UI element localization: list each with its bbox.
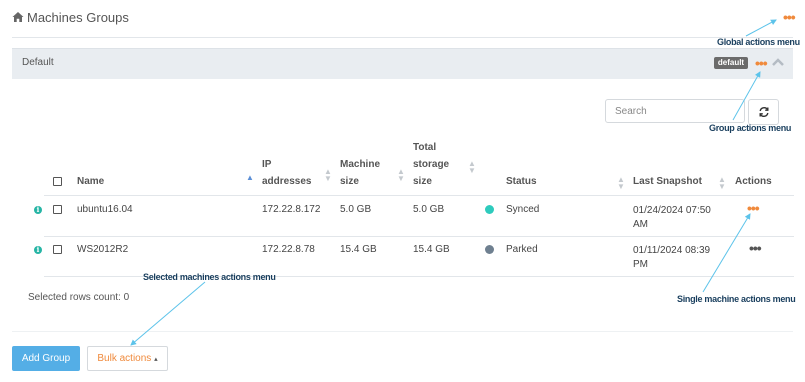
table-header-divider: [44, 195, 794, 196]
status-dot: [485, 245, 494, 254]
header-divider: [12, 37, 793, 38]
column-header-actions: Actions: [735, 176, 772, 187]
add-group-button[interactable]: Add Group: [12, 346, 80, 371]
callout-single-actions: Single machine actions menu: [677, 294, 796, 304]
column-header-machine-size[interactable]: Machine size: [340, 156, 380, 190]
bulk-actions-button[interactable]: Bulk actions ▴: [87, 346, 168, 371]
group-name: Default: [22, 57, 54, 68]
ip-address: 172.22.8.78: [262, 244, 315, 255]
status-dot: [485, 205, 494, 214]
ip-address: 172.22.8.172: [262, 204, 321, 215]
default-badge: default: [714, 57, 748, 69]
home-icon: [12, 12, 24, 22]
sort-icon[interactable]: ▲ ▼: [617, 176, 625, 191]
sort-icon[interactable]: ▲ ▼: [324, 168, 332, 183]
global-actions-menu-icon[interactable]: •••: [783, 10, 796, 24]
callout-global-actions: Global actions menu: [717, 37, 800, 47]
column-header-ip[interactable]: IP addresses: [262, 156, 311, 190]
refresh-icon: [759, 107, 769, 117]
total-storage-size: 5.0 GB: [413, 204, 445, 215]
row-checkbox[interactable]: [53, 205, 62, 214]
column-header-name[interactable]: Name: [77, 173, 104, 190]
callout-arrow-global: [745, 19, 777, 37]
column-header-status[interactable]: Status: [506, 173, 537, 190]
row-actions-menu-icon[interactable]: •••: [749, 241, 762, 255]
sort-icon[interactable]: ▲ ▼: [397, 168, 405, 183]
chevron-up-icon[interactable]: [772, 57, 784, 67]
machine-name[interactable]: ubuntu16.04: [77, 204, 133, 215]
row-checkbox[interactable]: [53, 245, 62, 254]
caret-up-icon: ▴: [154, 356, 158, 363]
page-title: Machines Groups: [27, 10, 129, 25]
footer-divider: [12, 331, 793, 332]
sort-icon[interactable]: ▲ ▼: [718, 176, 726, 191]
callout-arrow-selected: [130, 281, 206, 346]
last-snapshot: 01/11/2024 08:39 PM: [633, 245, 711, 270]
select-all-checkbox[interactable]: [53, 177, 62, 186]
machine-name[interactable]: WS2012R2: [77, 244, 128, 255]
row-actions-menu-icon[interactable]: •••: [747, 201, 760, 215]
machine-size: 15.4 GB: [340, 244, 377, 255]
info-icon[interactable]: i: [34, 206, 42, 214]
total-storage-size: 15.4 GB: [413, 244, 450, 255]
sort-asc-icon[interactable]: ▲: [246, 174, 254, 182]
group-header[interactable]: [12, 48, 793, 79]
selected-rows-count: Selected rows count: 0: [28, 292, 130, 303]
info-icon[interactable]: i: [34, 246, 42, 254]
status-label: Parked: [506, 244, 538, 255]
column-header-total-storage[interactable]: Total storage size: [413, 139, 449, 190]
callout-selected-actions: Selected machines actions menu: [143, 272, 276, 282]
group-actions-menu-icon[interactable]: •••: [755, 56, 768, 70]
last-snapshot: 01/24/2024 07:50 AM: [633, 205, 711, 230]
callout-group-actions: Group actions menu: [709, 123, 792, 133]
search-input[interactable]: [605, 99, 745, 123]
row-divider: [44, 236, 794, 237]
sort-icon[interactable]: ▲ ▼: [468, 160, 476, 175]
column-header-last-snapshot[interactable]: Last Snapshot: [633, 173, 702, 190]
machine-size: 5.0 GB: [340, 204, 372, 215]
refresh-button[interactable]: [748, 99, 779, 125]
bulk-actions-label: Bulk actions: [97, 353, 152, 364]
status-label: Synced: [506, 204, 540, 215]
